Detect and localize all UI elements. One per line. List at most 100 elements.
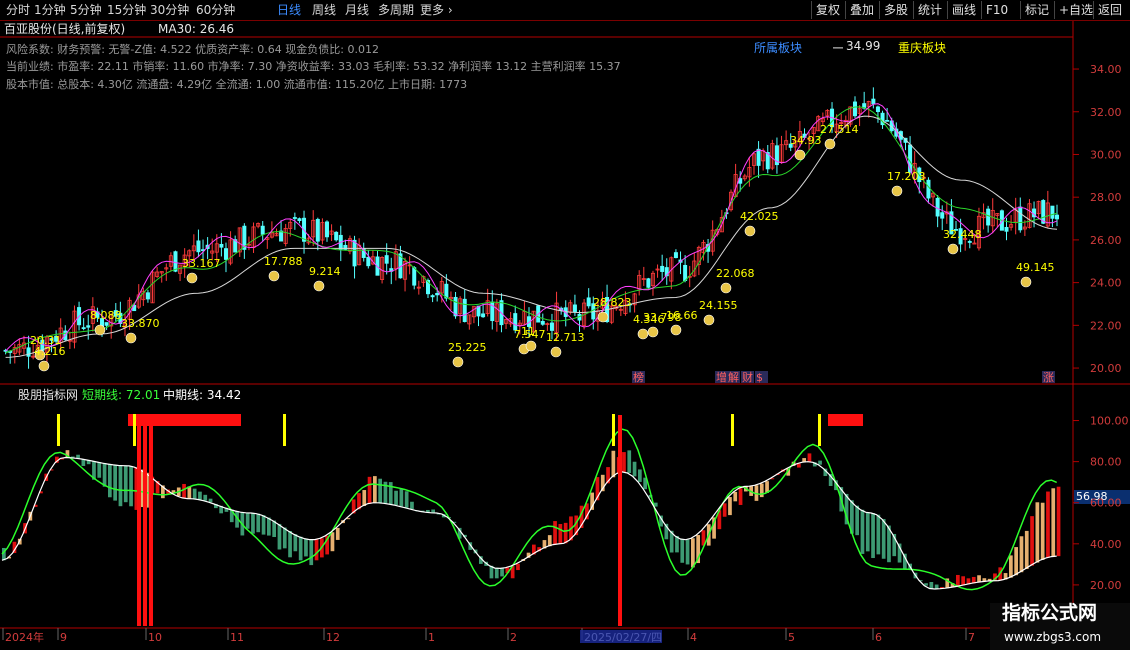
money-bag-icon [1020,276,1032,288]
money-bag-value: 9.214 [309,265,341,278]
money-bag-value: 16.66 [666,309,698,322]
histogram-bar [388,482,393,505]
money-bag-icon [313,280,325,292]
money-bag-value: 17.203 [887,170,926,183]
histogram-bar [182,483,186,498]
candle-body [430,295,435,298]
candle-body [935,197,940,217]
histogram-bar [261,515,266,535]
histogram-bar [1030,516,1034,566]
event-marker: 榜 [633,370,644,384]
money-bag-value: 34.93 [790,134,822,147]
indicator-tick-label: 60.00 [1090,497,1122,510]
histogram-bar [129,465,133,507]
price-tick-label: 32.00 [1090,106,1122,119]
money-bag-value: 33.167 [182,257,221,270]
kline-chart[interactable]: 20.00 22.00 24.00 26.00 28.00 30.00 32.00 34.00… [0,0,1130,650]
histogram-bar [553,521,557,545]
money-bag-icon [947,243,959,255]
time-label: 10 [148,631,162,644]
candle-body [683,264,688,281]
histogram-bar [1046,491,1050,558]
candle-body [315,218,320,242]
signal-tick [57,414,60,446]
histogram-bar [632,461,637,477]
histogram-bar [881,518,886,559]
candle-body [279,230,284,242]
money-bag-value: 28.823 [593,296,632,309]
money-bag-value: 8.088 [90,309,122,322]
indicator-tick-label: 40.00 [1090,538,1122,551]
event-marker: 财 [742,370,753,384]
histogram-bar [1014,547,1019,576]
candle-body [435,293,440,296]
histogram-bar [1056,486,1061,557]
histogram-bar [871,513,875,559]
time-label: 1 [428,631,435,644]
money-bag-icon [452,356,464,368]
money-bag-value: 32.448 [943,228,982,241]
histogram-bar [961,576,966,586]
candle-body [540,321,545,325]
candle-body [26,347,31,357]
histogram-bar [373,476,377,503]
histogram-bar [362,490,367,506]
candle-body [324,221,329,238]
time-label: 5 [788,631,795,644]
histogram-bar [818,460,822,465]
candle-body [549,322,554,331]
candle-body [292,217,297,219]
money-bag-value: 17.788 [264,255,303,268]
time-label: 2024年 [5,630,44,644]
histogram-bar [298,536,303,561]
histogram-bar [251,513,255,534]
signal-bar [137,425,141,626]
candle-body [297,218,302,222]
histogram-bar [627,450,632,473]
event-marker: 解 [728,370,739,384]
candle-body [926,179,931,199]
histogram-bar [1035,502,1040,563]
histogram-bar [860,509,865,554]
money-bag-value: 4.216 [34,345,66,358]
candle-body [756,148,761,166]
histogram-bar [102,463,107,487]
histogram-bar [203,494,208,501]
signal-bar [149,425,153,626]
money-bag-value: 11 [521,325,535,338]
money-bag-value: 42.025 [740,210,779,223]
candle-body [145,292,150,300]
histogram-bar [929,581,934,589]
ma10-line [5,106,1058,354]
money-bag-icon [670,324,682,336]
signal-tick [133,414,136,446]
histogram-bar [410,501,414,510]
histogram-bar [245,512,250,529]
money-bag-icon [720,282,732,294]
candle-body [384,255,389,264]
candle-body [673,252,678,259]
money-bag-icon [550,346,562,358]
price-tick-label: 28.00 [1090,191,1122,204]
signal-tick [612,414,615,446]
histogram-bar [394,490,398,506]
candle-body [1055,214,1060,220]
histogram-bar [956,574,960,587]
histogram-bar [256,513,261,533]
candle-body [86,325,91,328]
histogram-bar [304,538,308,557]
histogram-bar [680,538,685,563]
candle-body [334,231,339,241]
watermark: 指标公式网 www.zbgs3.com [990,603,1130,650]
money-bag-icon [268,270,280,282]
histogram-bar [293,534,298,552]
price-tick-label: 26.00 [1090,234,1122,247]
signal-tick [283,414,286,446]
histogram-bar [123,465,128,503]
price-tick-label: 30.00 [1090,148,1122,161]
histogram-bar [797,463,801,468]
histogram-bar [267,517,271,536]
histogram-bar [516,563,520,571]
candle-body [1018,206,1023,231]
signal-block [828,414,863,426]
